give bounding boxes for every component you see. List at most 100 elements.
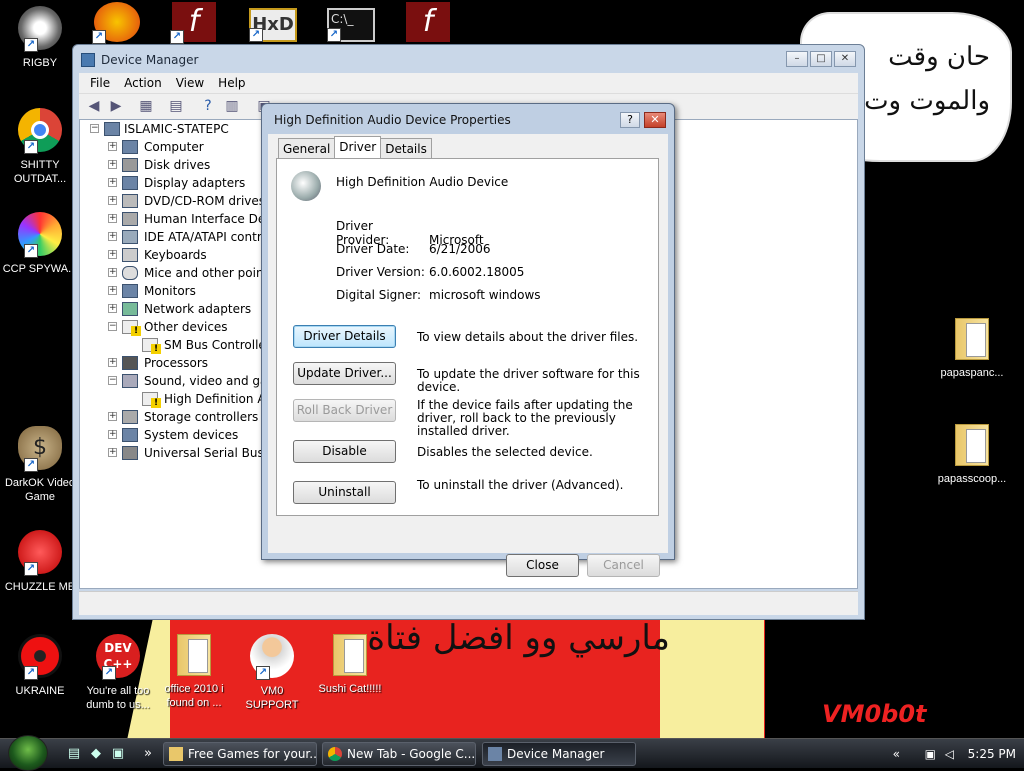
desktop-icon-papaspanc[interactable]: papaspanc... (934, 318, 1010, 380)
expand-icon[interactable]: + (108, 430, 117, 439)
show-desktop-icon[interactable]: ▤ (66, 746, 82, 762)
view-icon[interactable]: ▥ (223, 98, 241, 115)
roll-back-driver-desc: If the device fails after updating the d… (417, 398, 633, 438)
menu-bar: File Action View Help (79, 73, 858, 93)
desktop-icon-vm0-support[interactable]: ↗ VM0 SUPPORT (234, 634, 310, 712)
expand-icon[interactable]: + (108, 412, 117, 421)
folder-icon (169, 747, 183, 761)
processor-icon (122, 356, 138, 370)
expand-icon[interactable]: + (108, 232, 117, 241)
dialog-title: High Definition Audio Device Properties (274, 113, 511, 127)
expand-icon[interactable]: + (108, 142, 117, 151)
help-icon[interactable]: ? (199, 98, 217, 115)
desktop-icon-ukraine[interactable]: ↗ UKRAINE (2, 634, 78, 698)
expand-icon[interactable]: + (108, 160, 117, 169)
expand-icon[interactable]: + (108, 250, 117, 259)
computer-icon (122, 140, 138, 154)
folder-icon (955, 424, 989, 466)
expand-icon[interactable]: + (108, 286, 117, 295)
dialog-close-button[interactable]: ✕ (644, 112, 666, 128)
folder-icon (177, 634, 211, 676)
forward-arrow-icon[interactable]: ▶ (107, 98, 125, 115)
desktop-icon-darkok[interactable]: $ ↗ DarkOK Video Game (2, 426, 78, 504)
desktop-icon-rigby[interactable]: ↗ RIGBY (2, 6, 78, 70)
driver-details-button[interactable]: Driver Details (293, 325, 396, 348)
digital-signer-value: microsoft windows (429, 288, 541, 302)
switch-windows-icon[interactable]: ▣ (110, 746, 126, 762)
properties-icon[interactable]: ▤ (167, 98, 185, 115)
taskbar-item-chrome[interactable]: New Tab - Google C... (322, 742, 476, 766)
other-devices-icon (122, 320, 141, 336)
wallpaper-speech-text: حان وقت والموت وت (864, 42, 990, 116)
menu-view[interactable]: View (176, 73, 204, 93)
update-driver-desc: To update the driver software for this d… (417, 367, 640, 394)
up-level-icon[interactable]: ▦ (137, 98, 155, 115)
close-button[interactable]: ✕ (834, 51, 856, 67)
clock[interactable]: 5:25 PM (968, 739, 1016, 769)
tab-strip: General Driver Details (278, 136, 432, 158)
quicklaunch-icon[interactable]: ◆ (88, 746, 104, 762)
back-arrow-icon[interactable]: ◀ (85, 98, 103, 115)
driver-panel: High Definition Audio Device Driver Prov… (276, 158, 659, 516)
driver-version-row: Driver Version: 6.0.6002.18005 (336, 265, 525, 279)
radiation-icon: ↗ (18, 634, 62, 680)
start-button[interactable] (8, 735, 48, 771)
top-icon-flash[interactable]: f ↗ (170, 2, 216, 44)
taskbar-item-free-games[interactable]: Free Games for your... (163, 742, 317, 766)
collapse-icon[interactable]: − (108, 322, 117, 331)
quicklaunch-more-icon[interactable]: » (140, 746, 156, 762)
monitor-icon (122, 284, 138, 298)
volume-icon[interactable]: ◁ (945, 739, 954, 769)
expand-icon[interactable]: + (108, 448, 117, 457)
uninstall-button[interactable]: Uninstall (293, 481, 396, 504)
status-bar (79, 591, 858, 615)
expand-icon[interactable]: + (108, 196, 117, 205)
roll-back-driver-button[interactable]: Roll Back Driver (293, 399, 396, 422)
desktop-icon-ccp[interactable]: ↗ CCP SPYWA... (2, 212, 78, 276)
collapse-icon[interactable]: − (108, 376, 117, 385)
expand-icon[interactable]: + (108, 268, 117, 277)
close-dialog-button[interactable]: Close (506, 554, 579, 577)
expand-icon[interactable]: + (108, 304, 117, 313)
desktop-icon-sushi-cat[interactable]: Sushi Cat!!!!! (312, 634, 388, 696)
chuzzle-icon: ↗ (18, 530, 62, 576)
desktop-icon-dev-cpp[interactable]: DEV C++ ↗ You're all too dumb to us... (80, 634, 156, 712)
expand-icon[interactable]: + (108, 358, 117, 367)
top-icon-terminal[interactable]: C:\_ ↗ (327, 8, 375, 42)
mouse-icon (122, 266, 138, 280)
disable-button[interactable]: Disable (293, 440, 396, 463)
help-button[interactable]: ? (620, 112, 640, 128)
maximize-button[interactable]: □ (810, 51, 832, 67)
expand-icon[interactable]: + (108, 178, 117, 187)
network-icon[interactable]: ▣ (925, 739, 936, 769)
device-manager-titlebar[interactable]: Device Manager – □ ✕ (73, 45, 864, 75)
warning-icon (142, 392, 161, 408)
desktop-icon-office[interactable]: office 2010 i found on ... (156, 634, 232, 710)
taskbar-item-device-manager[interactable]: Device Manager (482, 742, 636, 766)
desktop-icon-chrome[interactable]: ↗ SHITTY OUTDAT... (2, 108, 78, 186)
top-icon-hxd[interactable]: HxD ↗ (249, 8, 297, 42)
tab-details[interactable]: Details (380, 138, 432, 158)
update-driver-button[interactable]: Update Driver... (293, 362, 396, 385)
top-icon-pizza[interactable]: ↗ (92, 2, 140, 44)
device-manager-icon (81, 53, 95, 67)
collapse-icon[interactable]: − (90, 124, 99, 133)
menu-action[interactable]: Action (124, 73, 162, 93)
tray-chevron-icon[interactable]: « (893, 739, 900, 769)
desktop-icon-chuzzle[interactable]: ↗ CHUZZLE ME (2, 530, 78, 594)
disk-drive-icon (122, 158, 138, 172)
desktop-icon-papasscoop[interactable]: papasscoop... (934, 424, 1010, 486)
menu-file[interactable]: File (90, 73, 110, 93)
digital-signer-row: Digital Signer: microsoft windows (336, 288, 541, 302)
folder-icon (333, 634, 367, 676)
tab-driver[interactable]: Driver (334, 136, 382, 158)
minimize-button[interactable]: – (786, 51, 808, 67)
driver-details-desc: To view details about the driver files. (417, 330, 639, 344)
expand-icon[interactable]: + (108, 214, 117, 223)
top-icon-flash-2[interactable]: f (406, 2, 450, 42)
tab-general[interactable]: General (278, 138, 336, 158)
menu-help[interactable]: Help (218, 73, 245, 93)
driver-date-value: 6/21/2006 (429, 242, 491, 256)
cancel-button[interactable]: Cancel (587, 554, 660, 577)
properties-dialog[interactable]: High Definition Audio Device Properties … (261, 103, 675, 577)
